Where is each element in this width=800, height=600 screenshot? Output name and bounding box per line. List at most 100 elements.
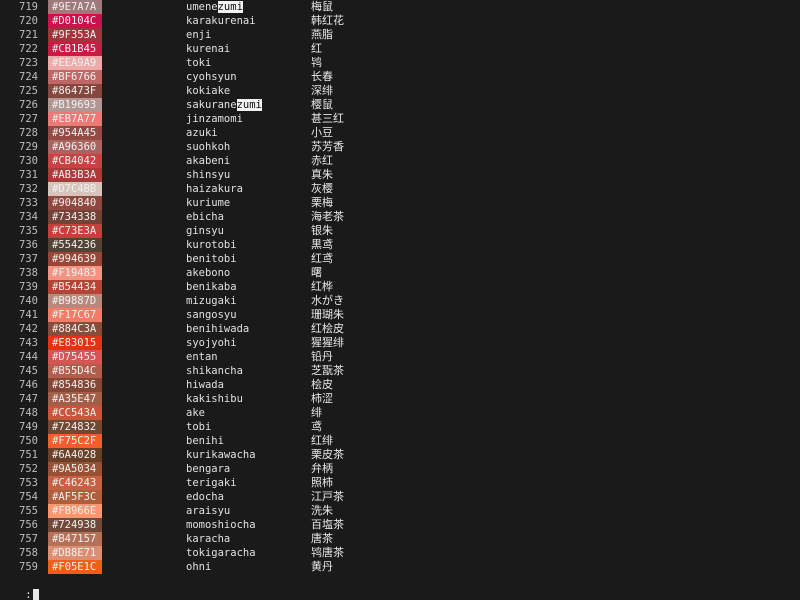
color-name-romaji: kurikawacha [186, 449, 256, 461]
color-swatch: #884C3A [48, 322, 102, 336]
color-name-kanji: 燕脂 [311, 28, 333, 41]
list-item: 746 #854836 hiwada 桧皮 [0, 378, 800, 392]
color-swatch: #DB8E71 [48, 546, 102, 560]
color-name-romaji: sakuranezumi [186, 98, 262, 112]
list-item: 743 #E83015 syojyohi 猩猩绯 [0, 336, 800, 350]
color-name-kanji: 红桦 [311, 280, 333, 293]
color-name-romaji: azuki [186, 127, 218, 139]
line-number: 751 [19, 449, 38, 461]
color-name-kanji: 栗皮茶 [311, 448, 344, 461]
line-number: 746 [19, 379, 38, 391]
list-item: 736 #554236 kurotobi 黒鸢 [0, 238, 800, 252]
color-name-romaji: cyohsyun [186, 71, 237, 83]
line-number: 721 [19, 29, 38, 41]
color-swatch: #B54434 [48, 280, 102, 294]
color-name-romaji: edocha [186, 491, 224, 503]
line-number: 744 [19, 351, 38, 363]
line-number: 732 [19, 183, 38, 195]
color-name-romaji: enji [186, 29, 212, 41]
color-swatch: #AB3B3A [48, 168, 102, 182]
color-swatch: #CC543A [48, 406, 102, 420]
color-swatch: #B9887D [48, 294, 102, 308]
list-item: 758 #DB8E71 tokigaracha 鸨唐茶 [0, 546, 800, 560]
color-name-kanji: 真朱 [311, 168, 333, 181]
color-name-romaji: bengara [186, 463, 231, 475]
color-name-kanji: 深绯 [311, 84, 333, 97]
line-number: 737 [19, 253, 38, 265]
line-number: 733 [19, 197, 38, 209]
list-item: 759 #F05E1C ohni 黄丹 [0, 560, 800, 574]
line-number: 735 [19, 225, 38, 237]
color-name-romaji: ake [186, 407, 205, 419]
list-item: 726 #B19693 sakuranezumi 樱鼠 [0, 98, 800, 112]
color-name-romaji: ebicha [186, 211, 224, 223]
line-number: 741 [19, 309, 38, 321]
line-number: 747 [19, 393, 38, 405]
color-name-kanji: 海老茶 [311, 210, 344, 223]
command-line[interactable]: : [0, 574, 39, 600]
terminal-window[interactable]: 719 #9E7A7A umenezumi 梅鼠 720 #D0104C karakuren… [0, 0, 800, 600]
line-number: 756 [19, 519, 38, 531]
color-list: 719 #9E7A7A umenezumi 梅鼠 720 #D0104C karakuren… [0, 0, 800, 574]
color-name-romaji: benikaba [186, 281, 237, 293]
line-number: 727 [19, 113, 38, 125]
color-name-romaji: akebono [186, 267, 231, 279]
line-number: 728 [19, 127, 38, 139]
color-name-romaji: mizugaki [186, 295, 237, 307]
color-name-kanji: 樱鼠 [311, 98, 333, 111]
list-item: 719 #9E7A7A umenezumi 梅鼠 [0, 0, 800, 14]
color-name-kanji: 鸨 [311, 56, 322, 69]
color-swatch: #F05E1C [48, 560, 102, 574]
line-number: 754 [19, 491, 38, 503]
color-name-romaji: karakurenai [186, 15, 256, 27]
list-item: 733 #904840 kuriume 栗梅 [0, 196, 800, 210]
list-item: 728 #954A45 azuki 小豆 [0, 126, 800, 140]
line-number: 734 [19, 211, 38, 223]
color-swatch: #EEA9A9 [48, 56, 102, 70]
list-item: 727 #EB7A77 jinzamomi 甚三红 [0, 112, 800, 126]
color-name-romaji: kuriume [186, 197, 231, 209]
search-match-highlight: zumi [236, 99, 262, 111]
list-item: 755 #FB966E araisyu 洗朱 [0, 504, 800, 518]
command-prompt: : [25, 589, 32, 600]
color-name-kanji: 桧皮 [311, 378, 333, 391]
line-number: 755 [19, 505, 38, 517]
line-number: 750 [19, 435, 38, 447]
color-swatch: #FB966E [48, 504, 102, 518]
line-number: 749 [19, 421, 38, 433]
text-cursor [32, 588, 39, 600]
color-name-kanji: 珊瑚朱 [311, 308, 344, 321]
color-name-romaji: kakishibu [186, 393, 243, 405]
color-name-kanji: 芝翫茶 [311, 364, 344, 377]
romaji-prefix: sakurane [186, 99, 237, 111]
color-name-romaji: sangosyu [186, 309, 237, 321]
color-name-romaji: karacha [186, 533, 231, 545]
line-number: 745 [19, 365, 38, 377]
color-name-kanji: 甚三红 [311, 112, 344, 125]
list-item: 748 #CC543A ake 绯 [0, 406, 800, 420]
color-name-romaji: syojyohi [186, 337, 237, 349]
color-name-kanji: 柿涩 [311, 392, 333, 405]
color-swatch: #B47157 [48, 532, 102, 546]
color-swatch: #734338 [48, 210, 102, 224]
color-swatch: #F19483 [48, 266, 102, 280]
color-swatch: #724938 [48, 518, 102, 532]
color-swatch: #6A4028 [48, 448, 102, 462]
color-name-romaji: ohni [186, 561, 212, 573]
color-swatch: #554236 [48, 238, 102, 252]
color-swatch: #BF6766 [48, 70, 102, 84]
list-item: 744 #D75455 entan 铅丹 [0, 350, 800, 364]
color-name-kanji: 唐茶 [311, 532, 333, 545]
list-item: 738 #F19483 akebono 曙 [0, 266, 800, 280]
color-swatch: #E83015 [48, 336, 102, 350]
color-name-romaji: araisyu [186, 505, 231, 517]
line-number: 738 [19, 267, 38, 279]
color-name-kanji: 鸢 [311, 420, 322, 433]
color-name-kanji: 红绯 [311, 434, 333, 447]
color-name-romaji: benihi [186, 435, 224, 447]
list-item: 752 #9A5034 bengara 弁柄 [0, 462, 800, 476]
list-item: 756 #724938 momoshiocha 百塩茶 [0, 518, 800, 532]
color-swatch: #C73E3A [48, 224, 102, 238]
color-name-kanji: 洗朱 [311, 504, 333, 517]
line-number: 729 [19, 141, 38, 153]
